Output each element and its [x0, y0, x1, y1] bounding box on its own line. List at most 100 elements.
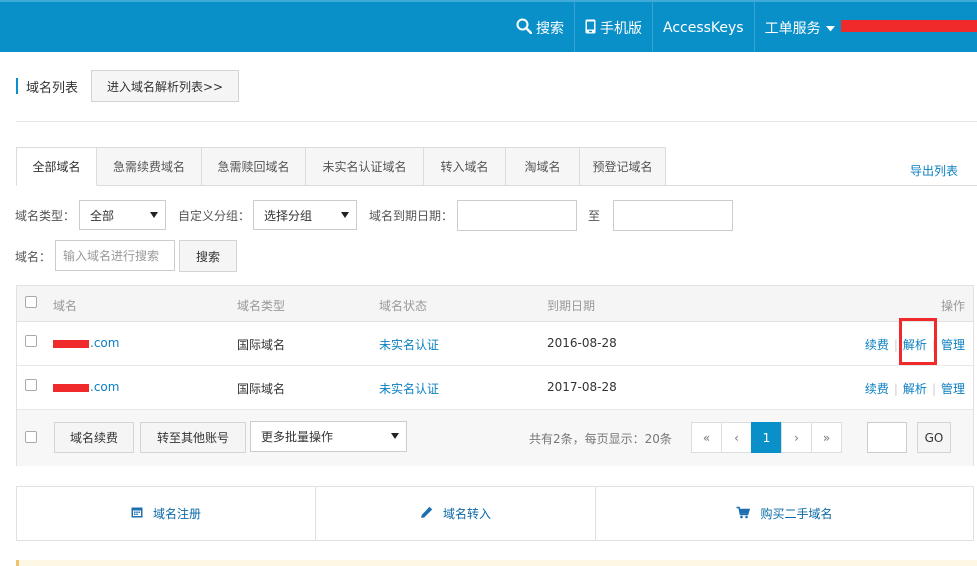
top-nav-bar: 搜索 手机版 AccessKeys 工单服务	[0, 0, 977, 54]
caret-down-icon	[391, 433, 399, 439]
divider	[16, 121, 977, 122]
pagination: « ‹ 1 › »	[691, 422, 842, 453]
highlight-box	[899, 318, 937, 365]
title-accent-bar	[16, 78, 18, 94]
table-footer: 域名续费 转至其他账号 更多批量操作 共有2条，每页显示：20条 « ‹ 1 ›…	[17, 410, 973, 466]
next-page-button[interactable]: ›	[781, 422, 812, 453]
nav-mobile-label: 手机版	[600, 21, 642, 37]
nav-access-keys[interactable]: AccessKeys	[653, 2, 754, 54]
domain-type-select[interactable]: 全部	[79, 200, 166, 230]
header-domain: 域名	[53, 299, 78, 313]
batch-operations-value: 更多批量操作	[261, 430, 334, 444]
manage-link[interactable]: 管理	[941, 380, 965, 397]
search-icon	[516, 18, 536, 38]
nav-ticket-service[interactable]: 工单服务	[755, 2, 849, 54]
row-checkbox[interactable]	[25, 379, 37, 391]
nav-mobile[interactable]: 手机版	[575, 2, 652, 54]
date-range-to-label: 至	[588, 209, 601, 223]
first-page-button[interactable]: «	[691, 422, 722, 453]
row-checkbox[interactable]	[25, 335, 37, 347]
tab-unverified[interactable]: 未实名认证域名	[306, 147, 424, 186]
manage-link[interactable]: 管理	[941, 336, 965, 353]
tabs-baseline	[665, 185, 977, 186]
group-select[interactable]: 选择分组	[253, 200, 357, 230]
nav-access-keys-label: AccessKeys	[663, 20, 744, 36]
buy-second-hand-action[interactable]: 购买二手域名	[596, 487, 973, 540]
renew-link[interactable]: 续费	[865, 380, 889, 397]
batch-operations-select[interactable]: 更多批量操作	[250, 421, 407, 452]
resolve-link[interactable]: 解析	[903, 380, 927, 397]
pencil-icon	[420, 506, 443, 522]
domain-status-link[interactable]: 未实名认证	[379, 336, 439, 353]
separator: |	[893, 337, 898, 352]
nav-ticket-label: 工单服务	[764, 21, 821, 37]
cart-icon	[736, 506, 760, 522]
register-domain-label: 域名注册	[152, 507, 201, 521]
redacted-domain	[53, 339, 89, 348]
domain-type: 国际域名	[237, 382, 286, 396]
domain-type-label: 域名类型：	[15, 209, 76, 223]
mobile-icon	[585, 19, 600, 38]
dns-list-button[interactable]: 进入域名解析列表>>	[91, 70, 240, 102]
pagination-summary: 共有2条，每页显示：20条	[529, 432, 672, 446]
expiry-start-input[interactable]	[457, 200, 577, 231]
transfer-in-label: 域名转入	[442, 507, 491, 521]
header-status: 域名状态	[379, 299, 428, 313]
nav-search[interactable]: 搜索	[506, 2, 574, 54]
tab-tao-domain[interactable]: 淘域名	[506, 147, 580, 186]
header-expiry: 到期日期	[547, 299, 596, 313]
tab-transfer-in[interactable]: 转入域名	[424, 147, 506, 186]
top-nav: 搜索 手机版 AccessKeys 工单服务	[506, 2, 849, 54]
domain-name-label: 域名：	[15, 250, 52, 264]
buy-second-hand-label: 购买二手域名	[760, 507, 833, 521]
search-button[interactable]: 搜索	[179, 240, 237, 272]
tab-urgent-renew[interactable]: 急需续费域名	[97, 147, 202, 186]
domain-table: 域名 域名类型 域名状态 到期日期 操作 .com 国际域名 未实名认证 201…	[16, 285, 974, 466]
header-actions: 操作	[940, 299, 965, 313]
tab-all-domains[interactable]: 全部域名	[16, 147, 97, 186]
select-all-checkbox[interactable]	[25, 296, 37, 308]
group-value: 选择分组	[264, 208, 313, 223]
caret-down-icon	[150, 212, 158, 218]
register-domain-action[interactable]: 域名注册	[17, 487, 316, 540]
expiry-date-label: 域名到期日期：	[369, 209, 454, 223]
tab-pre-registered[interactable]: 预登记域名	[580, 147, 666, 186]
header-type: 域名类型	[237, 299, 286, 313]
redacted-username	[841, 20, 977, 32]
prev-page-button[interactable]: ‹	[721, 422, 752, 453]
table-header: 域名 域名类型 域名状态 到期日期 操作	[17, 286, 973, 322]
page-title: 域名列表	[26, 80, 79, 96]
nav-search-label: 搜索	[536, 21, 564, 37]
row-divider	[17, 365, 973, 366]
domain-name-link[interactable]: .com	[53, 336, 119, 350]
expiry-date: 2017-08-28	[547, 380, 617, 394]
separator: |	[931, 381, 936, 396]
caret-down-icon	[825, 20, 839, 36]
domain-tabs: 全部域名 急需续费域名 急需赎回域名 未实名认证域名 转入域名 淘域名 预登记域…	[16, 147, 666, 186]
title-row: 域名列表 进入域名解析列表>>	[16, 70, 240, 102]
tab-urgent-redeem[interactable]: 急需赎回域名	[202, 147, 306, 186]
redacted-domain	[53, 383, 89, 392]
page-number-input[interactable]	[867, 422, 907, 453]
transfer-account-button[interactable]: 转至其他账号	[140, 422, 246, 453]
domain-search-input[interactable]: 输入域名进行搜索	[55, 240, 175, 271]
expiry-date: 2016-08-28	[547, 336, 617, 350]
footer-select-all-checkbox[interactable]	[25, 431, 37, 443]
renew-link[interactable]: 续费	[865, 336, 889, 353]
group-label: 自定义分组：	[178, 209, 251, 223]
calendar-icon	[131, 506, 153, 521]
domain-type: 国际域名	[237, 338, 286, 352]
domain-status-link[interactable]: 未实名认证	[379, 380, 439, 397]
domain-type-value: 全部	[90, 208, 115, 223]
go-button[interactable]: GO	[917, 422, 951, 453]
quick-actions: 域名注册 域名转入 购买二手域名	[16, 486, 974, 541]
expiry-end-input[interactable]	[613, 200, 733, 231]
page-1-button[interactable]: 1	[751, 422, 782, 453]
last-page-button[interactable]: »	[811, 422, 842, 453]
notice-banner	[16, 560, 977, 566]
export-list-link[interactable]: 导出列表	[910, 162, 958, 179]
domain-name-link[interactable]: .com	[53, 380, 119, 394]
batch-renew-button[interactable]: 域名续费	[54, 422, 134, 453]
transfer-in-action[interactable]: 域名转入	[316, 487, 596, 540]
row-actions: 续费 | 解析 | 管理	[865, 380, 965, 397]
